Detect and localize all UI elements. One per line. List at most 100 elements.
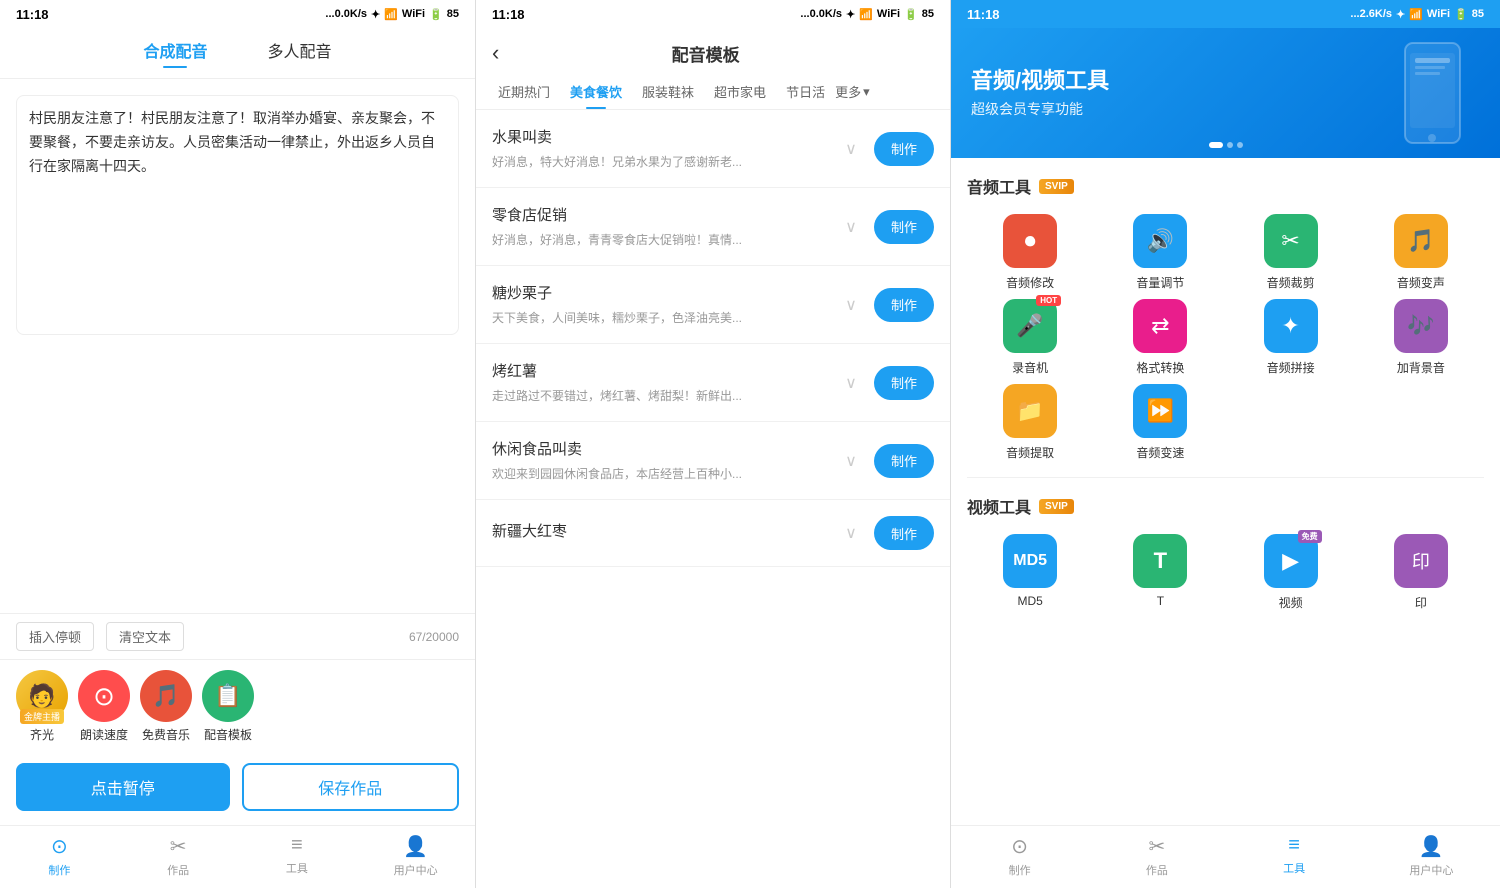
wifi-icon-3: WiFi (1427, 8, 1450, 20)
gold-anchor-badge: 金牌主播 (20, 709, 64, 724)
action-buttons-row: 点击暂停 保存作品 (0, 753, 475, 825)
bluetooth-icon-3: ✦ (1396, 8, 1405, 21)
speed-icon-btn: ⊙ (78, 670, 130, 722)
tool-format-convert[interactable]: ⇄ 格式转换 (1097, 299, 1223, 376)
cat-recent[interactable]: 近期热门 (488, 74, 560, 109)
wifi-icon: WiFi (402, 8, 425, 20)
audio-splice-label: 音频拼接 (1267, 359, 1315, 376)
nav-item-user-1[interactable]: 👤 用户中心 (356, 826, 475, 888)
tool-volume-adjust[interactable]: 🔊 音量调节 (1097, 214, 1223, 291)
expand-icon-3[interactable]: ∨ (836, 368, 866, 398)
tool-audio-modify[interactable]: ⏺ 音频修改 (967, 214, 1093, 291)
music-icon-btn: 🎵 (140, 670, 192, 722)
tool-audio-speed[interactable]: ⏩ 音频变速 (1097, 384, 1223, 461)
tool-voice-change[interactable]: 🎵 音频变声 (1358, 214, 1484, 291)
cat-holiday[interactable]: 节日活 (776, 74, 835, 109)
cat-food[interactable]: 美食餐饮 (560, 74, 632, 109)
tool-add-bgm[interactable]: 🎶 加背景音 (1358, 299, 1484, 376)
promo-banner[interactable]: 音频/视频工具 超级会员专享功能 (951, 28, 1500, 158)
tab-multi-voice[interactable]: 多人配音 (268, 38, 332, 68)
voice-change-label: 音频变声 (1397, 274, 1445, 291)
tab-synthesize[interactable]: 合成配音 (143, 38, 207, 68)
hot-badge: HOT (1036, 295, 1061, 306)
tool-audio-splice[interactable]: ✦ 音频拼接 (1228, 299, 1354, 376)
make-button-4[interactable]: 制作 (874, 444, 934, 478)
voice-item-speed[interactable]: ⊙ 朗读速度 (78, 670, 130, 743)
clear-text-button[interactable]: 清空文本 (106, 622, 184, 651)
video-play-label: 视频 (1279, 594, 1303, 611)
md5-label: MD5 (1017, 594, 1042, 608)
banner-graphic (1390, 38, 1480, 148)
save-button[interactable]: 保存作品 (242, 763, 460, 811)
template-title-0: 水果叫卖 (492, 126, 836, 147)
template-item-5: 新疆大红枣 ∨ 制作 (476, 500, 950, 567)
expand-icon-0[interactable]: ∨ (836, 134, 866, 164)
expand-icon-2[interactable]: ∨ (836, 290, 866, 320)
template-desc-4: 欢迎来到园园休闲食品店，本店经营上百种小... (492, 465, 836, 483)
tool-audio-cut[interactable]: ✂ 音频裁剪 (1228, 214, 1354, 291)
nav-item-tools-3[interactable]: ≡ 工具 (1226, 826, 1363, 888)
signal-icon-3: 📶 (1409, 8, 1423, 21)
audio-extract-label: 音频提取 (1006, 444, 1054, 461)
insert-pause-button[interactable]: 插入停顿 (16, 622, 94, 651)
template-desc-1: 好消息，好消息，青青零食店大促销啦！真情... (492, 231, 836, 249)
tool-video-stamp[interactable]: 印 印 (1358, 534, 1484, 611)
tool-recorder[interactable]: 🎤 HOT 录音机 (967, 299, 1093, 376)
cat-supermarket[interactable]: 超市家电 (704, 74, 776, 109)
template-item-3: 烤红薯 走过路过不要错过，烤红薯、烤甜梨！新鲜出... ∨ 制作 (476, 344, 950, 422)
make-button-1[interactable]: 制作 (874, 210, 934, 244)
format-convert-label: 格式转换 (1136, 359, 1184, 376)
make-button-5[interactable]: 制作 (874, 516, 934, 550)
textarea-area: 村民朋友注意了！村民朋友注意了！取消举办婚宴、亲友聚会，不要聚餐，不要走亲访友。… (0, 79, 475, 613)
tool-video-t[interactable]: T T (1097, 534, 1223, 611)
template-header: ‹ 配音模板 (476, 28, 950, 74)
battery-level-2: 85 (922, 8, 934, 20)
tool-md5[interactable]: MD5 MD5 (967, 534, 1093, 611)
signal-icon-2: 📶 (859, 8, 873, 21)
cat-more[interactable]: 更多 ▾ (835, 74, 870, 109)
tool-audio-extract[interactable]: 📁 音频提取 (967, 384, 1093, 461)
text-input[interactable]: 村民朋友注意了！村民朋友注意了！取消举办婚宴、亲友聚会，不要聚餐，不要走亲访友。… (16, 95, 459, 335)
make-button-0[interactable]: 制作 (874, 132, 934, 166)
template-info-4: 休闲食品叫卖 欢迎来到园园休闲食品店，本店经营上百种小... (492, 438, 836, 483)
audio-splice-icon: ✦ (1264, 299, 1318, 353)
voice-item-qiguang[interactable]: 🧑 金牌主播 齐光 (16, 670, 68, 743)
video-section-header: 视频工具 SVIP (967, 494, 1484, 518)
voice-item-template[interactable]: 📋 配音模板 (202, 670, 254, 743)
template-item-4: 休闲食品叫卖 欢迎来到园园休闲食品店，本店经营上百种小... ∨ 制作 (476, 422, 950, 500)
battery-icon-2: 🔋 (904, 8, 918, 21)
template-list: 水果叫卖 好消息，特大好消息！兄弟水果为了感谢新老... ∨ 制作 零食店促销 … (476, 110, 950, 888)
make-button-3[interactable]: 制作 (874, 366, 934, 400)
volume-adjust-label: 音量调节 (1136, 274, 1184, 291)
status-time-2: 11:18 (492, 7, 525, 22)
make-button-2[interactable]: 制作 (874, 288, 934, 322)
cat-clothing[interactable]: 服装鞋袜 (632, 74, 704, 109)
free-badge: 免费 (1298, 530, 1322, 543)
expand-icon-1[interactable]: ∨ (836, 212, 866, 242)
network-status-3: ...2.6K/s (1350, 8, 1392, 20)
nav-item-tools-1[interactable]: ≡ 工具 (238, 826, 357, 888)
voice-speed-label: 朗读速度 (80, 726, 128, 743)
pause-button[interactable]: 点击暂停 (16, 763, 230, 811)
bluetooth-icon-2: ✦ (846, 8, 855, 21)
char-count: 67/20000 (409, 630, 459, 644)
nav-item-create-1[interactable]: ⊙ 制作 (0, 826, 119, 888)
audio-cut-label: 音频裁剪 (1267, 274, 1315, 291)
status-time-1: 11:18 (16, 7, 49, 22)
template-info-5: 新疆大红枣 (492, 520, 836, 547)
nav-item-create-3[interactable]: ⊙ 制作 (951, 826, 1088, 888)
audio-svip-badge: SVIP (1039, 179, 1074, 194)
nav-item-works-3[interactable]: ✂ 作品 (1088, 826, 1225, 888)
voice-item-music[interactable]: 🎵 免费音乐 (140, 670, 192, 743)
back-button[interactable]: ‹ (492, 40, 499, 66)
audio-speed-icon: ⏩ (1133, 384, 1187, 438)
audio-modify-label: 音频修改 (1006, 274, 1054, 291)
voice-music-label: 免费音乐 (142, 726, 190, 743)
expand-icon-5[interactable]: ∨ (836, 518, 866, 548)
tool-video-play[interactable]: ▶ 免费 视频 (1228, 534, 1354, 611)
wifi-icon-2: WiFi (877, 8, 900, 20)
panel-tools: 11:18 ...2.6K/s ✦ 📶 WiFi 🔋 85 音频/视频工具 超级… (950, 0, 1500, 888)
nav-item-user-3[interactable]: 👤 用户中心 (1363, 826, 1500, 888)
expand-icon-4[interactable]: ∨ (836, 446, 866, 476)
nav-item-works-1[interactable]: ✂ 作品 (119, 826, 238, 888)
